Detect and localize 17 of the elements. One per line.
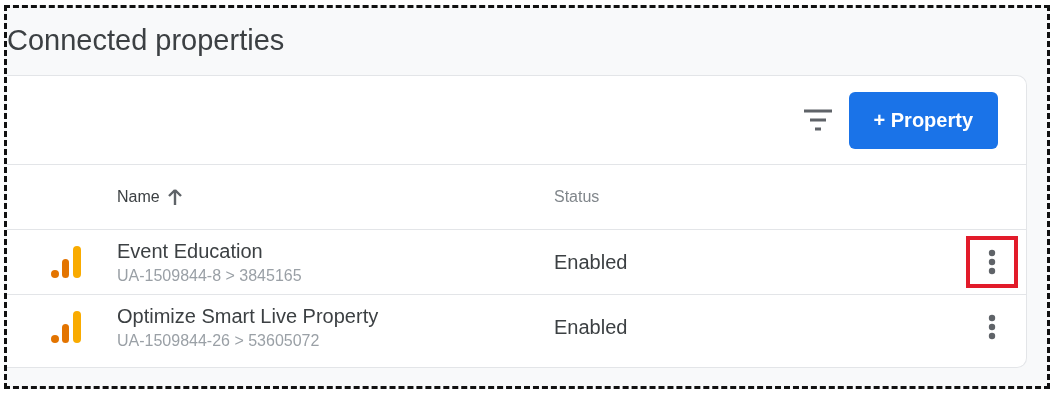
more-vertical-icon [988,249,996,275]
sort-ascending-icon[interactable] [167,189,182,205]
status-text: Enabled [554,315,629,339]
page-title: Connected properties [7,24,285,57]
bar-chart-icon [51,310,83,344]
more-vertical-icon [988,314,996,340]
property-name: Optimize Smart Live Property [117,304,380,328]
property-id: UA-1509844-26 > 53605072 [117,331,321,350]
more-options-button[interactable] [966,236,1018,288]
column-header[interactable]: Status [554,188,946,206]
bar-chart-icon [51,245,83,279]
property-name: Event Education [117,239,264,263]
column-header[interactable]: Name [117,188,554,206]
filter-icon[interactable] [802,109,833,131]
add-property-button[interactable]: + Property [848,91,998,149]
property-id: UA-1509844-8 > 3845165 [117,266,303,285]
status-text: Enabled [554,250,629,274]
